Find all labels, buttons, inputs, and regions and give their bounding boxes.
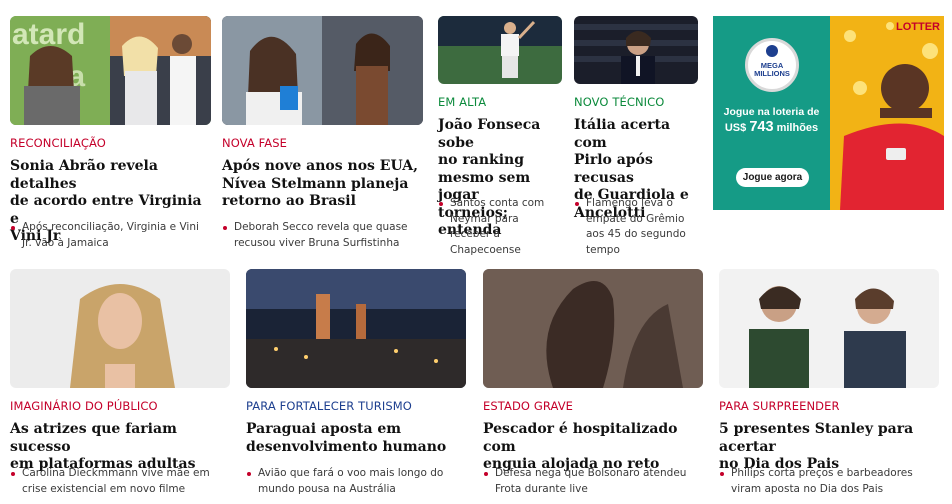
news-kicker: NOVA FASE	[222, 136, 287, 150]
related-line: crise existencial em novo filme	[22, 482, 186, 495]
related-link[interactable]: Santos conta com Neymar para receber a C…	[438, 196, 563, 258]
related-line: Após reconciliação, Virginia e Vini	[22, 221, 199, 233]
headline-line: Pescador é hospitalizado com	[483, 421, 678, 455]
logo-line: MILLIONS	[754, 69, 790, 78]
svg-text:atard: atard	[12, 18, 85, 51]
news-thumbnail[interactable]	[719, 269, 939, 388]
related-line: Philips corta preços e barbeadores	[731, 467, 913, 479]
related-line: receber a	[450, 228, 500, 240]
related-line: recusou viver Bruna Surfistinha	[234, 236, 400, 249]
related-line: Flamengo leva o	[586, 197, 673, 209]
news-thumbnail[interactable]	[483, 269, 703, 388]
headline-line: As atrizes que fariam sucesso	[10, 421, 177, 455]
related-line: Deborah Secco revela que quase	[234, 221, 408, 233]
related-line: viram aposta no Dia dos Pais	[731, 482, 884, 495]
headline-line: Itália acerta com	[574, 117, 671, 151]
ad-panel: MEGA MILLIONS Jogue na loteria de US$ 74…	[713, 16, 830, 210]
news-thumbnail[interactable]	[222, 16, 423, 125]
ad-line: Jogue na loteria de	[723, 106, 820, 118]
related-line: Jr. vão à Jamaica	[22, 236, 109, 249]
related-line: aos 45 do segundo	[586, 228, 686, 240]
related-link[interactable]: Defesa nega que Bolsonaro atendeu Frota …	[483, 466, 708, 497]
news-kicker: RECONCILIAÇÃO	[10, 136, 106, 150]
mega-millions-logo: MEGA MILLIONS	[745, 38, 799, 92]
related-line: Chapecoense	[450, 243, 521, 256]
news-thumbnail[interactable]	[246, 269, 466, 388]
headline-line: Sonia Abrão revela detalhes	[10, 158, 158, 192]
news-thumbnail[interactable]: atard ua	[10, 16, 211, 125]
lottery-ad-banner[interactable]: MEGA MILLIONS Jogue na loteria de US$ 74…	[713, 16, 944, 210]
news-headline[interactable]: Paraguai aposta em desenvolvimento human…	[246, 421, 471, 456]
headline-line: retorno ao Brasil	[222, 193, 356, 209]
headline-line: Após nove anos nos EUA,	[222, 158, 418, 174]
news-kicker: IMAGINÁRIO DO PÚBLICO	[10, 399, 158, 413]
related-link[interactable]: Flamengo leva o empate do Grêmio aos 45 …	[574, 196, 699, 258]
headline-line: no ranking	[438, 152, 525, 168]
headline-line: João Fonseca sobe	[438, 117, 541, 151]
headline-line: Paraguai aposta em	[246, 421, 402, 437]
news-thumbnail[interactable]	[438, 16, 562, 84]
related-line: Santos conta com	[450, 197, 545, 209]
related-link[interactable]: Deborah Secco revela que quase recusou v…	[222, 220, 422, 251]
star-icon	[766, 45, 778, 57]
lotter-logo: LOTTER	[896, 21, 940, 33]
news-kicker: PARA FORTALECER TURISMO	[246, 399, 412, 413]
play-now-button[interactable]: Jogue agora	[736, 168, 809, 187]
headline-line: Nívea Stelmann planeja	[222, 175, 409, 192]
related-line: tempo	[586, 243, 620, 256]
ad-text: Jogue na loteria de US$ 743 milhões	[719, 105, 824, 136]
ad-background-art	[830, 16, 944, 210]
ad-amount: 743	[749, 119, 774, 135]
related-line: empate do Grêmio	[586, 212, 685, 225]
news-kicker: EM ALTA	[438, 95, 487, 109]
news-kicker: ESTADO GRAVE	[483, 399, 574, 413]
ad-unit: milhões	[776, 122, 819, 134]
related-link[interactable]: Philips corta preços e barbeadores viram…	[719, 466, 947, 497]
ad-currency: US$	[724, 122, 747, 134]
related-line: Avião que fará o voo mais longo do	[258, 467, 444, 479]
related-link[interactable]: Carolina Dieckmmann vive mãe em crise ex…	[10, 466, 235, 497]
related-line: Neymar para	[450, 212, 519, 225]
news-headline[interactable]: Após nove anos nos EUA, Nívea Stelmann p…	[222, 158, 427, 211]
related-link[interactable]: Após reconciliação, Virginia e Vini Jr. …	[10, 220, 210, 251]
news-thumbnail[interactable]	[574, 16, 698, 84]
related-line: mundo pousa na Austrália	[258, 482, 396, 495]
related-link[interactable]: Avião que fará o voo mais longo do mundo…	[246, 466, 471, 497]
related-line: Carolina Dieckmmann vive mãe em	[22, 467, 210, 479]
news-kicker: PARA SURPREENDER	[719, 399, 840, 413]
headline-line: desenvolvimento humano	[246, 438, 447, 455]
related-line: Frota durante live	[495, 482, 588, 495]
news-thumbnail[interactable]	[10, 269, 230, 388]
related-line: Defesa nega que Bolsonaro atendeu	[495, 467, 687, 479]
headline-line: Pirlo após recusas	[574, 152, 653, 186]
news-kicker: NOVO TÉCNICO	[574, 95, 665, 109]
ad-jackpot: US$ 743 milhões	[719, 120, 824, 136]
headline-line: 5 presentes Stanley para acertar	[719, 421, 914, 455]
